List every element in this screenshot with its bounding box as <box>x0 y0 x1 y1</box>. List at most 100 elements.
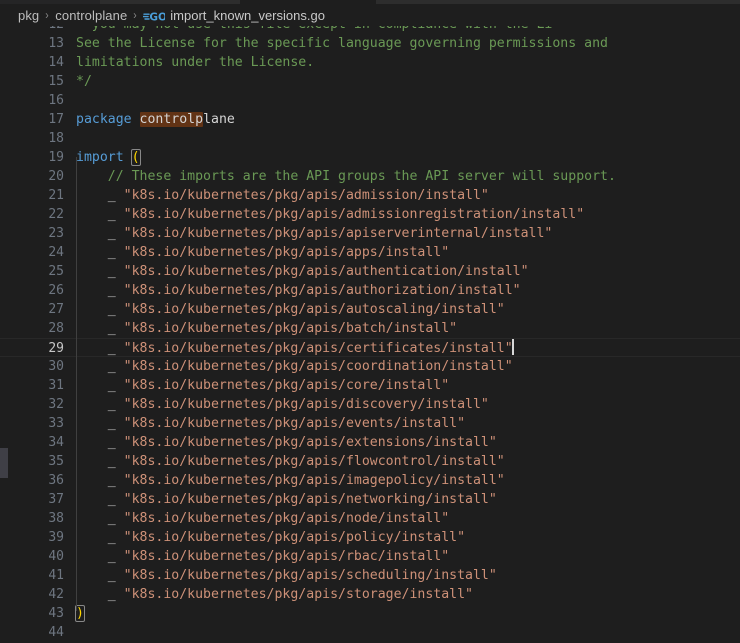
code-line[interactable]: 37 _ "k8s.io/kubernetes/pkg/apis/network… <box>0 490 740 509</box>
breadcrumb-item-file[interactable]: import_known_versions.go <box>170 8 325 23</box>
code-token: _ <box>76 454 124 469</box>
code-line[interactable]: 13 See the License for the specific langu… <box>0 34 740 53</box>
code-line[interactable]: 39 _ "k8s.io/kubernetes/pkg/apis/policy/… <box>0 528 740 547</box>
line-number: 39 <box>48 530 64 545</box>
code-token: _ <box>76 416 124 431</box>
code-token: _ <box>76 587 124 602</box>
code-token: _ <box>76 549 124 564</box>
bracket-match: ( <box>130 149 141 166</box>
code-token: "k8s.io/kubernetes/pkg/apis/discovery/in… <box>123 397 489 412</box>
code-line[interactable]: 38 _ "k8s.io/kubernetes/pkg/apis/node/in… <box>0 509 740 528</box>
line-number: 30 <box>48 359 64 374</box>
code-line[interactable]: 27 _ "k8s.io/kubernetes/pkg/apis/autosca… <box>0 300 740 319</box>
code-line[interactable]: 30 _ "k8s.io/kubernetes/pkg/apis/coordin… <box>0 357 740 376</box>
code-line[interactable]: 24 _ "k8s.io/kubernetes/pkg/apis/apps/in… <box>0 243 740 262</box>
line-number: 42 <box>48 587 64 602</box>
line-number: 24 <box>48 245 64 260</box>
code-token: _ <box>76 321 124 336</box>
code-token: "k8s.io/kubernetes/pkg/apis/autoscaling/… <box>123 302 505 317</box>
code-line[interactable]: 32 _ "k8s.io/kubernetes/pkg/apis/discove… <box>0 395 740 414</box>
code-line[interactable]: 16 <box>0 91 740 110</box>
code-line-text: you may not use this file except in comp… <box>76 26 553 34</box>
code-line-text: _ "k8s.io/kubernetes/pkg/apis/apps/insta… <box>76 243 449 262</box>
code-line[interactable]: 21 _ "k8s.io/kubernetes/pkg/apis/admissi… <box>0 186 740 205</box>
code-token: import <box>76 150 124 165</box>
code-editor[interactable]: 12 you may not use this file except in c… <box>0 26 740 643</box>
breadcrumb-item-controlplane[interactable]: controlplane <box>55 8 127 23</box>
code-line[interactable]: 19 import ( <box>0 148 740 167</box>
code-line[interactable]: 14 limitations under the License. <box>0 53 740 72</box>
code-line[interactable]: 34 _ "k8s.io/kubernetes/pkg/apis/extensi… <box>0 433 740 452</box>
code-line-text: _ "k8s.io/kubernetes/pkg/apis/scheduling… <box>76 566 497 585</box>
breadcrumb-item-pkg[interactable]: pkg <box>18 8 39 23</box>
code-line-text: _ "k8s.io/kubernetes/pkg/apis/batch/inst… <box>76 319 457 338</box>
line-number: 17 <box>48 112 64 127</box>
code-token: "k8s.io/kubernetes/pkg/apis/extensions/i… <box>123 435 497 450</box>
code-line-text: _ "k8s.io/kubernetes/pkg/apis/core/insta… <box>76 376 449 395</box>
code-token: _ <box>76 568 124 583</box>
code-line[interactable]: 18 <box>0 129 740 148</box>
code-token: lane <box>203 112 235 127</box>
code-line[interactable]: 17 package controlplane <box>0 110 740 129</box>
code-line[interactable]: 41 _ "k8s.io/kubernetes/pkg/apis/schedul… <box>0 566 740 585</box>
code-token: _ <box>76 492 124 507</box>
code-line[interactable]: 28 _ "k8s.io/kubernetes/pkg/apis/batch/i… <box>0 319 740 338</box>
code-line[interactable]: 22 _ "k8s.io/kubernetes/pkg/apis/admissi… <box>0 205 740 224</box>
svg-text:GO: GO <box>150 11 166 23</box>
code-token: "k8s.io/kubernetes/pkg/apis/flowcontrol/… <box>123 454 505 469</box>
code-line[interactable]: 31 _ "k8s.io/kubernetes/pkg/apis/core/in… <box>0 376 740 395</box>
code-line-text: limitations under the License. <box>76 53 314 72</box>
code-token: "k8s.io/kubernetes/pkg/apis/events/insta… <box>123 416 466 431</box>
code-token: _ <box>76 245 124 260</box>
code-line[interactable]: 20 // These imports are the API groups t… <box>0 167 740 186</box>
code-line[interactable]: 36 _ "k8s.io/kubernetes/pkg/apis/imagepo… <box>0 471 740 490</box>
code-line[interactable]: 40 _ "k8s.io/kubernetes/pkg/apis/rbac/in… <box>0 547 740 566</box>
code-token: "k8s.io/kubernetes/pkg/apis/authorizatio… <box>123 283 521 298</box>
code-line[interactable]: 25 _ "k8s.io/kubernetes/pkg/apis/authent… <box>0 262 740 281</box>
line-number: 38 <box>48 511 64 526</box>
code-token: "k8s.io/kubernetes/pkg/apis/admissionreg… <box>123 207 585 222</box>
code-line-text: _ "k8s.io/kubernetes/pkg/apis/admission/… <box>76 186 489 205</box>
line-number: 13 <box>48 36 64 51</box>
code-token: _ <box>76 435 124 450</box>
code-token: See the License for the specific languag… <box>76 36 608 51</box>
line-number: 36 <box>48 473 64 488</box>
code-token: _ <box>76 207 124 222</box>
code-line[interactable]: 35 _ "k8s.io/kubernetes/pkg/apis/flowcon… <box>0 452 740 471</box>
code-line[interactable]: 44 <box>0 623 740 642</box>
code-line[interactable]: 33 _ "k8s.io/kubernetes/pkg/apis/events/… <box>0 414 740 433</box>
code-token: _ <box>76 264 124 279</box>
code-line[interactable]: 15 */ <box>0 72 740 91</box>
code-line-text: _ "k8s.io/kubernetes/pkg/apis/node/insta… <box>76 509 449 528</box>
code-line-active[interactable]: 29 _ "k8s.io/kubernetes/pkg/apis/certifi… <box>0 338 740 357</box>
code-line-text: _ "k8s.io/kubernetes/pkg/apis/admissionr… <box>76 205 584 224</box>
code-token: "k8s.io/kubernetes/pkg/apis/policy/insta… <box>123 530 466 545</box>
line-number: 32 <box>48 397 64 412</box>
code-token: "k8s.io/kubernetes/pkg/apis/networking/i… <box>123 492 497 507</box>
code-line-text: _ "k8s.io/kubernetes/pkg/apis/extensions… <box>76 433 497 452</box>
code-token: "k8s.io/kubernetes/pkg/apis/coordination… <box>123 359 513 374</box>
code-line[interactable]: 23 _ "k8s.io/kubernetes/pkg/apis/apiserv… <box>0 224 740 243</box>
line-number: 34 <box>48 435 64 450</box>
code-token: _ <box>76 397 124 412</box>
line-number: 22 <box>48 207 64 222</box>
code-line[interactable]: 12 you may not use this file except in c… <box>0 26 740 34</box>
code-line[interactable]: 42 _ "k8s.io/kubernetes/pkg/apis/storage… <box>0 585 740 604</box>
text-cursor <box>511 339 514 355</box>
code-token: "k8s.io/kubernetes/pkg/apis/rbac/install… <box>123 549 450 564</box>
code-token: _ <box>76 302 124 317</box>
editor-scrollbar-thumb[interactable] <box>0 448 8 478</box>
code-line[interactable]: 43) <box>0 604 740 623</box>
code-line-text: _ "k8s.io/kubernetes/pkg/apis/certificat… <box>76 339 514 358</box>
line-number: 35 <box>48 454 64 469</box>
breadcrumb[interactable]: pkg › controlplane › GO import_known_ver… <box>0 4 740 26</box>
code-token: _ <box>76 283 124 298</box>
code-line[interactable]: 26 _ "k8s.io/kubernetes/pkg/apis/authori… <box>0 281 740 300</box>
code-token: "k8s.io/kubernetes/pkg/apis/scheduling/i… <box>123 568 497 583</box>
highlighted-word: controlp <box>139 112 204 127</box>
code-line-text: _ "k8s.io/kubernetes/pkg/apis/apiserveri… <box>76 224 553 243</box>
code-line-text: _ "k8s.io/kubernetes/pkg/apis/authorizat… <box>76 281 521 300</box>
code-line-text: _ "k8s.io/kubernetes/pkg/apis/flowcontro… <box>76 452 505 471</box>
code-token: _ <box>76 473 124 488</box>
code-line-text: // These imports are the API groups the … <box>76 167 616 186</box>
